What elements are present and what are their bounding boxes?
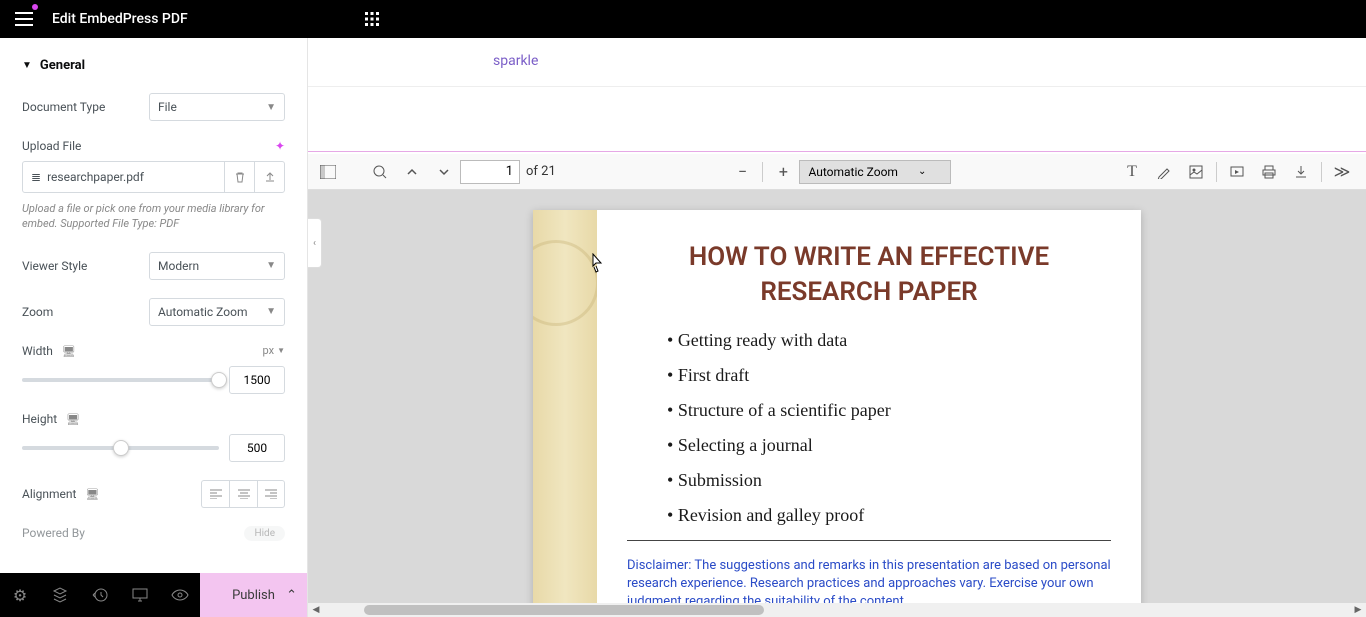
viewer-style-select[interactable]: Modern ▼	[149, 252, 285, 280]
sidebar-toggle-button[interactable]	[312, 156, 344, 188]
document-type-label: Document Type	[22, 100, 105, 114]
width-input[interactable]	[229, 366, 285, 394]
desktop-icon[interactable]: 🖥	[85, 488, 99, 501]
page-number-input[interactable]	[460, 160, 520, 184]
file-icon: ≣	[31, 170, 41, 184]
zoom-select[interactable]: Automatic Zoom ▼	[149, 298, 285, 326]
history-button[interactable]	[80, 573, 120, 617]
align-right-button[interactable]	[257, 480, 285, 508]
pdf-title: HOW TO WRITE AN EFFECTIVE RESEARCH PAPER	[627, 240, 1111, 310]
zoom-in-button[interactable]: +	[767, 156, 799, 188]
alignment-label: Alignment 🖥	[22, 487, 99, 501]
align-left-button[interactable]	[201, 480, 229, 508]
pdf-viewer[interactable]: HOW TO WRITE AN EFFECTIVE RESEARCH PAPER…	[308, 190, 1366, 617]
document-type-select[interactable]: File ▼	[149, 93, 285, 121]
preview-button[interactable]	[160, 573, 200, 617]
desktop-icon[interactable]: 🖥	[62, 345, 76, 358]
chevron-down-icon: ⌄	[918, 166, 926, 177]
chevron-down-icon: ▼	[266, 306, 276, 317]
ai-sparkle-icon[interactable]: ✦	[275, 139, 285, 153]
zoom-label: Zoom	[22, 305, 53, 319]
widget-outline	[308, 151, 1366, 152]
delete-file-button[interactable]	[224, 162, 254, 192]
align-center-button[interactable]	[229, 480, 257, 508]
width-unit[interactable]: px ▼	[263, 344, 285, 357]
settings-button[interactable]: ⚙	[0, 573, 40, 617]
notification-dot-icon	[32, 4, 38, 10]
powered-by-label: Powered By	[22, 526, 85, 540]
search-button[interactable]	[364, 156, 396, 188]
pdf-bullet-list: Getting ready with data First draft Stru…	[627, 330, 1111, 526]
viewer-style-label: Viewer Style	[22, 259, 87, 273]
upload-file-button[interactable]	[254, 162, 284, 192]
page-total: of 21	[520, 164, 562, 179]
menu-button[interactable]	[0, 0, 48, 38]
width-label: Width 🖥	[22, 344, 76, 358]
responsive-button[interactable]	[120, 573, 160, 617]
editor-bottombar: ⚙ Publish ⌃	[0, 573, 307, 617]
draw-tool-button[interactable]	[1148, 156, 1180, 188]
height-label: Height 🖥	[22, 412, 80, 426]
editor-topbar: Edit EmbedPress PDF	[0, 0, 1366, 38]
powered-by-toggle[interactable]: Hide	[244, 526, 285, 541]
presentation-button[interactable]	[1221, 156, 1253, 188]
image-tool-button[interactable]	[1180, 156, 1212, 188]
download-button[interactable]	[1285, 156, 1317, 188]
caret-down-icon: ▼	[22, 60, 32, 71]
chevron-down-icon: ▼	[266, 102, 276, 113]
settings-sidebar: ▼ General Document Type File ▼ Upload Fi…	[0, 38, 308, 617]
more-tools-button[interactable]: ≫	[1326, 156, 1358, 188]
breadcrumb[interactable]: sparkle	[493, 53, 538, 69]
print-button[interactable]	[1253, 156, 1285, 188]
width-slider[interactable]	[22, 378, 219, 382]
alignment-group	[201, 480, 285, 508]
cursor-icon	[588, 253, 604, 277]
prev-page-button[interactable]	[396, 156, 428, 188]
pdf-page: HOW TO WRITE AN EFFECTIVE RESEARCH PAPER…	[533, 210, 1141, 617]
next-page-button[interactable]	[428, 156, 460, 188]
page-title: Edit EmbedPress PDF	[48, 11, 188, 27]
horizontal-scrollbar[interactable]: ◀ ▶	[308, 603, 1366, 617]
apps-grid-button[interactable]	[348, 0, 396, 38]
panel-collapse-button[interactable]: ‹	[308, 218, 322, 268]
text-tool-button[interactable]: T	[1116, 156, 1148, 188]
zoom-level-select[interactable]: Automatic Zoom ⌄	[799, 160, 951, 184]
pdf-toolbar: of 21 − + Automatic Zoom ⌄ T	[308, 154, 1366, 190]
height-input[interactable]	[229, 434, 285, 462]
desktop-icon[interactable]: 🖥	[66, 413, 80, 426]
file-input: ≣ researchpaper.pdf	[22, 161, 285, 193]
chevron-down-icon: ▼	[266, 260, 276, 271]
preview-area: sparkle ‹ of 21 − +	[308, 38, 1366, 617]
upload-help-text: Upload a file or pick one from your medi…	[22, 201, 285, 232]
publish-button[interactable]: Publish ⌃	[200, 573, 307, 617]
file-name-display: ≣ researchpaper.pdf	[23, 170, 224, 184]
section-label: General	[40, 58, 85, 73]
section-general[interactable]: ▼ General	[22, 58, 285, 73]
chevron-up-icon: ⌃	[286, 588, 297, 603]
height-slider[interactable]	[22, 446, 219, 450]
navigator-button[interactable]	[40, 573, 80, 617]
zoom-out-button[interactable]: −	[726, 156, 758, 188]
upload-file-label: Upload File	[22, 139, 81, 153]
